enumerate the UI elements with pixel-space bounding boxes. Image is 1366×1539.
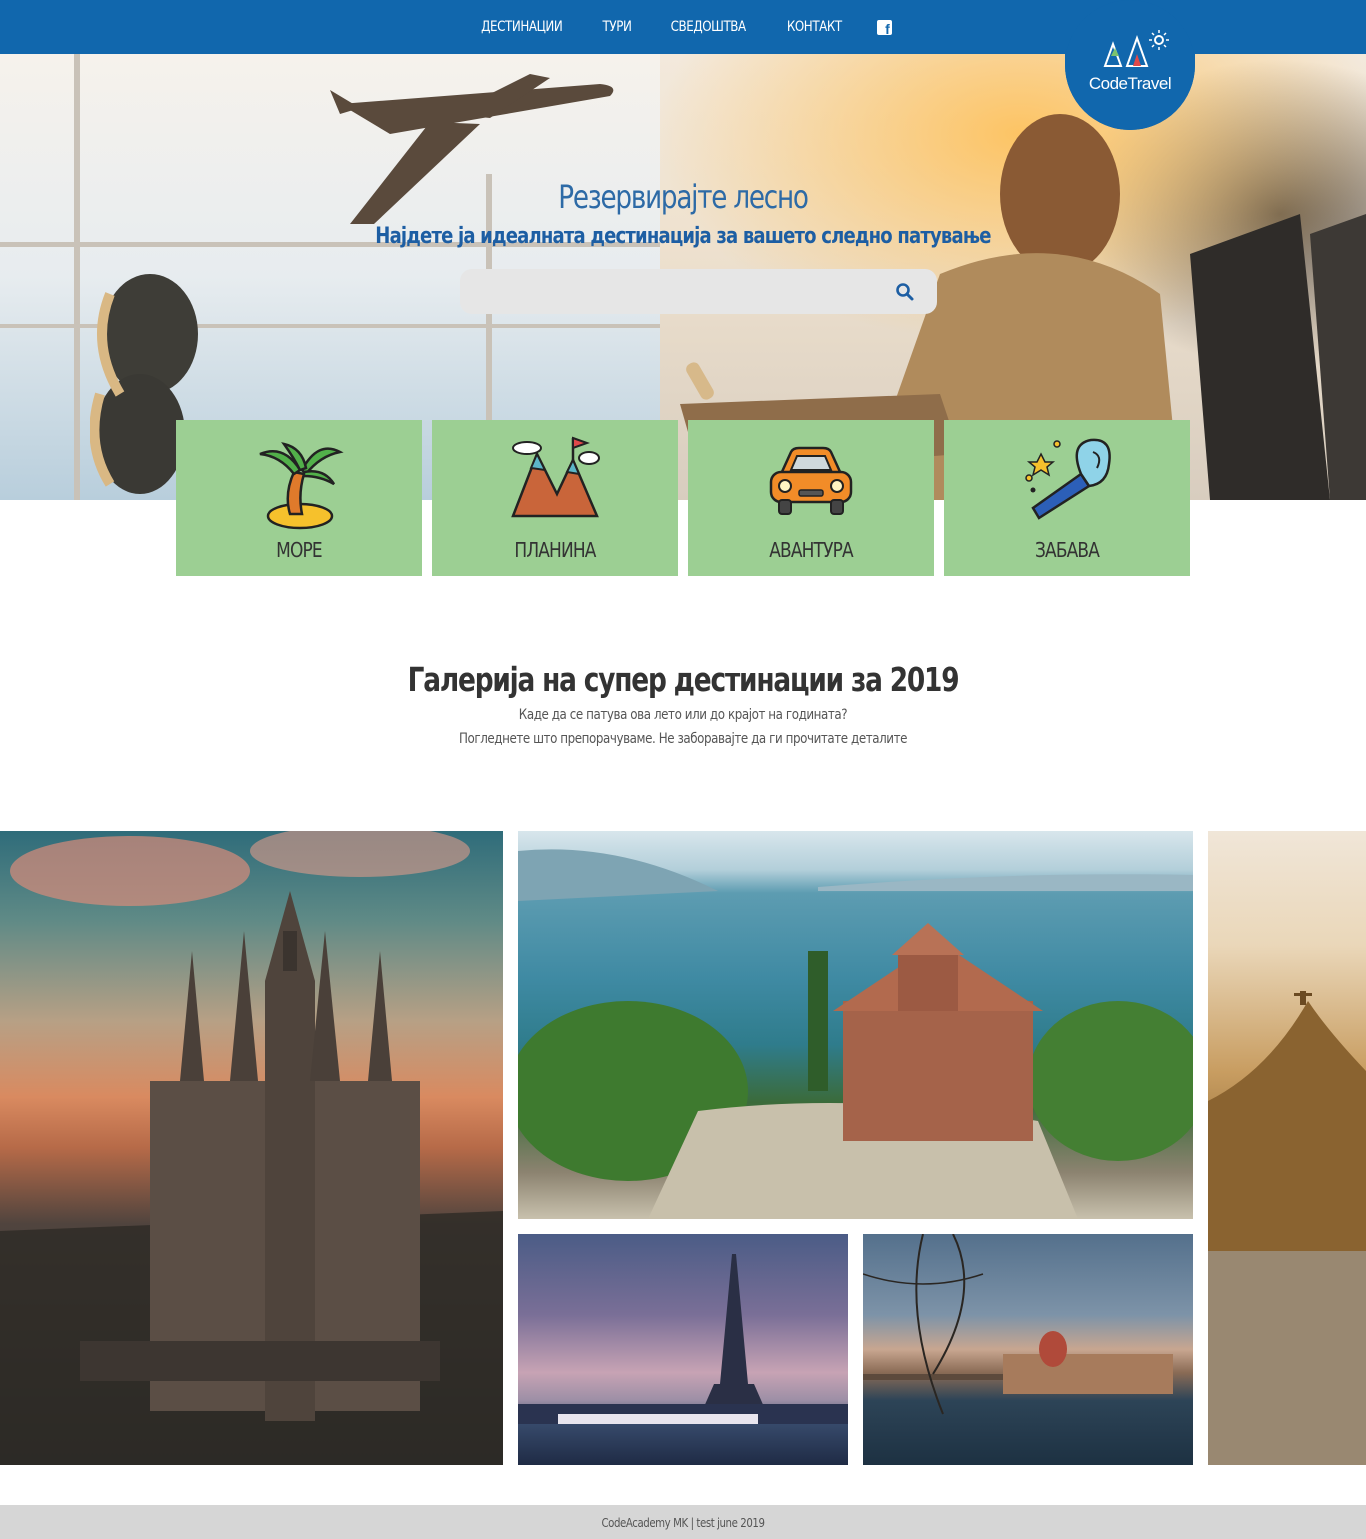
budapest-parliament-photo[interactable] [863,1234,1193,1465]
budapest-scene [863,1234,1173,1415]
paris-eiffel-photo[interactable] [518,1234,848,1465]
category-tiles: МОРЕ ПЛАНИНА АВАНТУРА ЗАБАВА [176,420,1190,576]
car-icon [769,446,853,515]
tents-trees-sun-icon [1103,30,1169,67]
category-label: ПЛАНИНА [514,538,596,562]
hero-title: Резервирајте лесно [558,178,809,216]
window-frame [74,54,80,500]
category-label: ЗАБАВА [1034,538,1100,562]
palm-island-icon [259,442,344,530]
ohrid-landscape [518,849,1193,1219]
footer-text: CodeAcademy MK | test june 2019 [601,1516,765,1530]
cathedral-silhouette [0,831,503,1465]
gallery-title: Галерија на супер дестинации за 2019 [407,660,960,699]
rio-landscape [1208,991,1366,1465]
ohrid-church-photo[interactable] [518,831,1193,1219]
logo-text: CodeTravel [1088,74,1172,93]
category-label: АВАНТУРА [769,538,853,562]
rio-christ-photo[interactable] [1208,831,1366,1465]
footer: CodeAcademy MK | test june 2019 [0,1505,1366,1539]
mountain-flag-icon [511,436,600,518]
eiffel-tower-scene [518,1254,848,1424]
search-box [460,269,937,314]
nav-item-destinations[interactable]: ДЕСТИНАЦИИ [481,19,563,35]
category-fun[interactable]: ЗАБАВА [944,420,1190,576]
nav-item-contact[interactable]: КОНТАКТ [787,19,842,35]
gallery-subtitle-line-1: Каде да се патува ова лето или до крајот… [518,707,848,723]
category-label: МОРЕ [276,538,322,562]
category-adventure[interactable]: АВАНТУРА [688,420,934,576]
search-icon[interactable] [895,282,915,302]
search-input[interactable] [474,277,874,306]
party-horn-icon [1025,438,1111,520]
category-sea[interactable]: МОРЕ [176,420,422,576]
category-mountain[interactable]: ПЛАНИНА [432,420,678,576]
logo[interactable]: CodeTravel [1065,0,1195,130]
facebook-icon[interactable] [876,19,892,37]
barcelona-cathedral-photo[interactable] [0,831,503,1465]
nav-item-testimonials[interactable]: СВЕДОШТВА [670,19,746,35]
hero-subtitle: Најдете ја идеалната дестинација за ваше… [375,224,991,249]
gallery-subtitle-line-2: Погледнете што препорачуваме. Не заборав… [458,731,908,747]
nav-item-tours[interactable]: ТУРИ [602,19,631,35]
